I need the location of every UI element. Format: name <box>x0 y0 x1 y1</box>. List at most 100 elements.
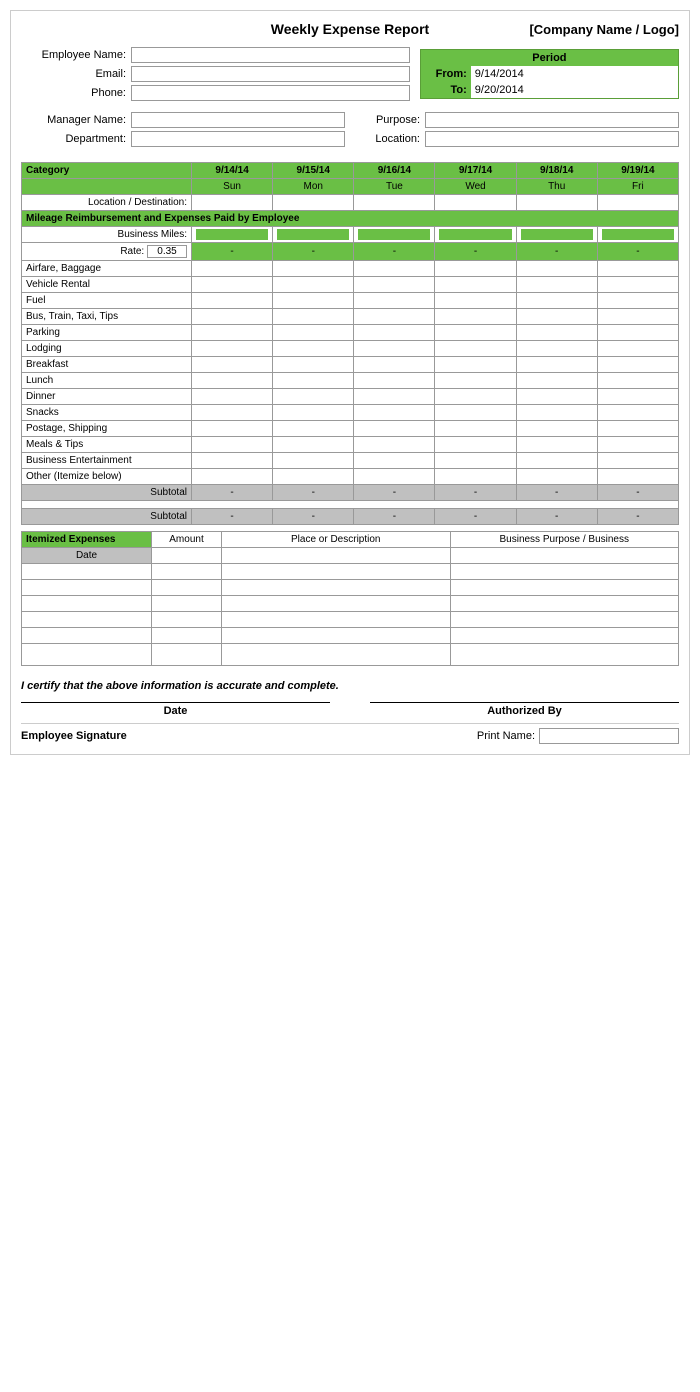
itemized-place-3[interactable] <box>222 596 451 612</box>
snacks-0[interactable] <box>192 405 273 421</box>
purpose-input[interactable] <box>425 112 679 128</box>
itemized-place-4[interactable] <box>222 612 451 628</box>
airfare-2[interactable] <box>354 261 435 277</box>
phone-input[interactable] <box>131 85 410 101</box>
lodging-1[interactable] <box>273 341 354 357</box>
itemized-place-5[interactable] <box>222 628 451 644</box>
lunch-2[interactable] <box>354 373 435 389</box>
snacks-5[interactable] <box>597 405 678 421</box>
itemized-amount-2[interactable] <box>152 580 222 596</box>
snacks-4[interactable] <box>516 405 597 421</box>
miles-cell-5[interactable] <box>597 227 678 243</box>
fuel-4[interactable] <box>516 293 597 309</box>
location-input[interactable] <box>425 131 679 147</box>
other-5[interactable] <box>597 469 678 485</box>
lunch-1[interactable] <box>273 373 354 389</box>
bus-0[interactable] <box>192 309 273 325</box>
parking-4[interactable] <box>516 325 597 341</box>
parking-3[interactable] <box>435 325 516 341</box>
period-to-input[interactable] <box>471 82 678 98</box>
email-input[interactable] <box>131 66 410 82</box>
breakfast-4[interactable] <box>516 357 597 373</box>
entertainment-5[interactable] <box>597 453 678 469</box>
dinner-5[interactable] <box>597 389 678 405</box>
postage-3[interactable] <box>435 421 516 437</box>
entertainment-2[interactable] <box>354 453 435 469</box>
other-2[interactable] <box>354 469 435 485</box>
fuel-1[interactable] <box>273 293 354 309</box>
itemized-amount-1[interactable] <box>152 564 222 580</box>
bus-4[interactable] <box>516 309 597 325</box>
lunch-0[interactable] <box>192 373 273 389</box>
rate-input[interactable] <box>147 245 187 258</box>
miles-cell-3[interactable] <box>435 227 516 243</box>
mealstips-3[interactable] <box>435 437 516 453</box>
lodging-5[interactable] <box>597 341 678 357</box>
snacks-2[interactable] <box>354 405 435 421</box>
airfare-5[interactable] <box>597 261 678 277</box>
entertainment-1[interactable] <box>273 453 354 469</box>
breakfast-1[interactable] <box>273 357 354 373</box>
breakfast-0[interactable] <box>192 357 273 373</box>
loc-cell-0[interactable] <box>192 195 273 211</box>
mealstips-2[interactable] <box>354 437 435 453</box>
dinner-4[interactable] <box>516 389 597 405</box>
mealstips-4[interactable] <box>516 437 597 453</box>
miles-cell-2[interactable] <box>354 227 435 243</box>
itemized-date-4[interactable] <box>22 612 152 628</box>
employee-name-input[interactable] <box>131 47 410 63</box>
postage-2[interactable] <box>354 421 435 437</box>
breakfast-5[interactable] <box>597 357 678 373</box>
vehicle-0[interactable] <box>192 277 273 293</box>
itemized-date-3[interactable] <box>22 596 152 612</box>
other-0[interactable] <box>192 469 273 485</box>
fuel-3[interactable] <box>435 293 516 309</box>
lodging-3[interactable] <box>435 341 516 357</box>
bus-1[interactable] <box>273 309 354 325</box>
itemized-business-4[interactable] <box>450 612 679 628</box>
miles-cell-4[interactable] <box>516 227 597 243</box>
postage-4[interactable] <box>516 421 597 437</box>
period-from-input[interactable] <box>471 66 678 82</box>
lodging-0[interactable] <box>192 341 273 357</box>
mealstips-0[interactable] <box>192 437 273 453</box>
bus-5[interactable] <box>597 309 678 325</box>
itemized-business-1[interactable] <box>450 564 679 580</box>
mealstips-5[interactable] <box>597 437 678 453</box>
print-name-input[interactable] <box>539 728 679 744</box>
lunch-4[interactable] <box>516 373 597 389</box>
loc-cell-1[interactable] <box>273 195 354 211</box>
miles-cell-1[interactable] <box>273 227 354 243</box>
itemized-place-6[interactable] <box>222 644 451 666</box>
itemized-date-2[interactable] <box>22 580 152 596</box>
vehicle-1[interactable] <box>273 277 354 293</box>
lunch-5[interactable] <box>597 373 678 389</box>
dinner-0[interactable] <box>192 389 273 405</box>
airfare-3[interactable] <box>435 261 516 277</box>
itemized-date-6[interactable] <box>22 644 152 666</box>
itemized-amount-5[interactable] <box>152 628 222 644</box>
miles-cell-0[interactable] <box>192 227 273 243</box>
snacks-3[interactable] <box>435 405 516 421</box>
snacks-1[interactable] <box>273 405 354 421</box>
fuel-5[interactable] <box>597 293 678 309</box>
manager-name-input[interactable] <box>131 112 345 128</box>
bus-3[interactable] <box>435 309 516 325</box>
itemized-place-1[interactable] <box>222 564 451 580</box>
dinner-2[interactable] <box>354 389 435 405</box>
itemized-amount-6[interactable] <box>152 644 222 666</box>
dinner-1[interactable] <box>273 389 354 405</box>
vehicle-2[interactable] <box>354 277 435 293</box>
itemized-business-2[interactable] <box>450 580 679 596</box>
other-4[interactable] <box>516 469 597 485</box>
fuel-2[interactable] <box>354 293 435 309</box>
itemized-business-5[interactable] <box>450 628 679 644</box>
lunch-3[interactable] <box>435 373 516 389</box>
breakfast-2[interactable] <box>354 357 435 373</box>
vehicle-5[interactable] <box>597 277 678 293</box>
itemized-business-6[interactable] <box>450 644 679 666</box>
lodging-4[interactable] <box>516 341 597 357</box>
lodging-2[interactable] <box>354 341 435 357</box>
loc-cell-3[interactable] <box>435 195 516 211</box>
parking-0[interactable] <box>192 325 273 341</box>
